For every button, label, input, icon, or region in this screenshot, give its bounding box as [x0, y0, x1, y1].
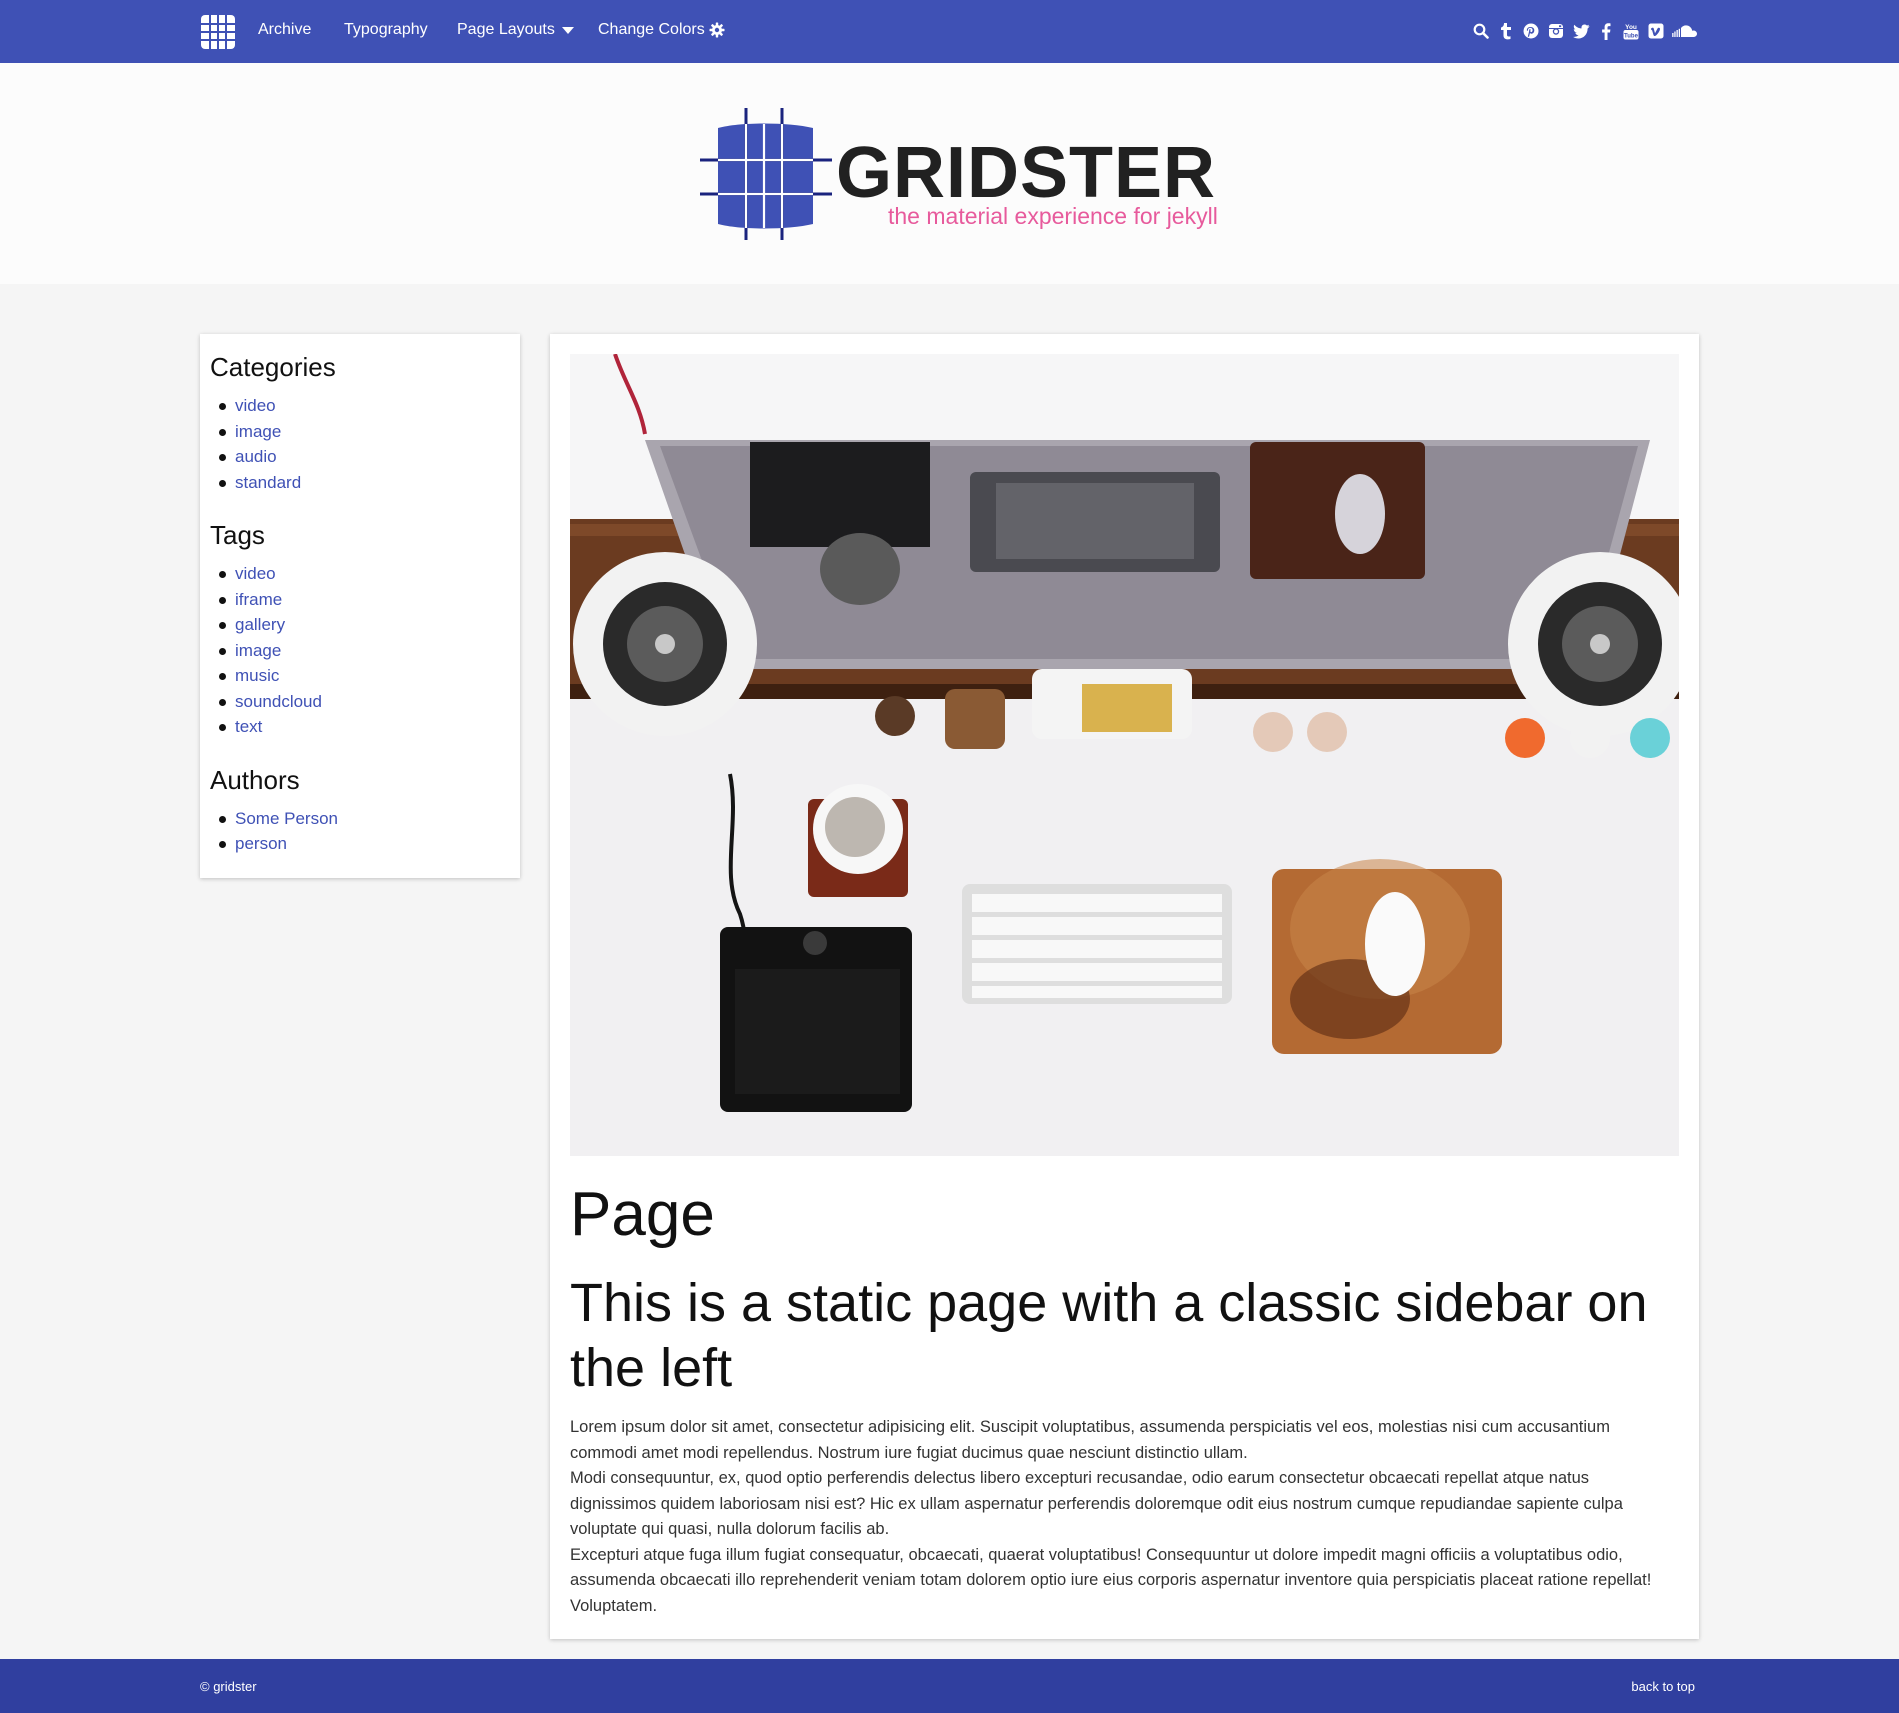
author-link-person[interactable]: person: [235, 834, 287, 853]
body-paragraph: Modi consequuntur, ex, quod optio perfer…: [570, 1469, 1623, 1538]
twitter-icon[interactable]: [1572, 22, 1590, 40]
pinterest-icon[interactable]: [1522, 22, 1540, 40]
categories-heading: Categories: [210, 352, 336, 382]
list-item: iframe: [210, 587, 520, 613]
caret-down-icon: [561, 26, 574, 34]
back-to-top-link[interactable]: back to top: [1631, 1679, 1695, 1694]
list-item: person: [210, 831, 520, 857]
list-item: soundcloud: [210, 689, 520, 715]
nav-page-layouts-label: Page Layouts: [457, 21, 555, 38]
authors-heading: Authors: [210, 764, 300, 795]
gridster-logo-icon[interactable]: [700, 108, 832, 240]
content-card: Page This is a static page with a classi…: [550, 334, 1699, 1639]
body-paragraph: Excepturi atque fuga illum fugiat conseq…: [570, 1545, 1652, 1615]
list-item: video: [210, 561, 520, 587]
category-link-video[interactable]: video: [235, 396, 276, 415]
page-body: Lorem ipsum dolor sit amet, consectetur …: [570, 1415, 1679, 1619]
tags-heading: Tags: [210, 520, 265, 550]
categories-list: video image audio standard: [210, 393, 520, 495]
nav-change-colors-label: Change Colors: [598, 21, 705, 38]
brand-tagline: the material experience for jekyll: [888, 203, 1218, 229]
facebook-icon[interactable]: [1597, 22, 1615, 40]
list-item: audio: [210, 444, 520, 470]
tag-link-iframe[interactable]: iframe: [235, 590, 282, 609]
nav-page-layouts-dropdown[interactable]: Page Layouts: [457, 21, 574, 39]
category-link-standard[interactable]: standard: [235, 473, 301, 492]
tag-link-image[interactable]: image: [235, 641, 281, 660]
brand-title[interactable]: GRIDSTER: [836, 137, 1216, 209]
gear-icon: [709, 22, 725, 38]
list-item: standard: [210, 470, 520, 496]
grid-logo-icon[interactable]: [199, 13, 237, 51]
site-footer: © gridster back to top: [0, 1659, 1899, 1713]
svg-text:You: You: [1625, 23, 1637, 30]
page-title: Page: [570, 1180, 715, 1249]
nav-change-colors-link[interactable]: Change Colors: [598, 21, 725, 39]
list-item: Some Person: [210, 806, 520, 832]
tag-link-text[interactable]: text: [235, 717, 262, 736]
hero-image: [570, 354, 1679, 1156]
list-item: image: [210, 419, 520, 445]
category-link-audio[interactable]: audio: [235, 447, 277, 466]
tags-list: video iframe gallery image music soundcl…: [210, 561, 520, 740]
tag-link-soundcloud[interactable]: soundcloud: [235, 692, 322, 711]
tag-link-gallery[interactable]: gallery: [235, 615, 285, 634]
page-subtitle: This is a static page with a classic sid…: [570, 1273, 1648, 1398]
footer-copyright: © gridster: [200, 1679, 257, 1694]
vimeo-icon[interactable]: [1647, 22, 1665, 40]
site-header: GRIDSTER the material experience for jek…: [0, 63, 1899, 284]
social-icons: Tube You: [1472, 22, 1698, 40]
category-link-image[interactable]: image: [235, 422, 281, 441]
nav-typography-link[interactable]: Typography: [344, 21, 428, 39]
list-item: video: [210, 393, 520, 419]
search-icon[interactable]: [1472, 22, 1490, 40]
sidebar: Categories video image audio standard Ta…: [200, 334, 520, 878]
list-item: image: [210, 638, 520, 664]
body-paragraph: Lorem ipsum dolor sit amet, consectetur …: [570, 1418, 1610, 1462]
nav-archive-link[interactable]: Archive: [258, 21, 311, 39]
tumblr-icon[interactable]: [1497, 22, 1515, 40]
authors-list: Some Person person: [210, 806, 520, 857]
instagram-icon[interactable]: [1547, 22, 1565, 40]
tag-link-music[interactable]: music: [235, 666, 279, 685]
tag-link-video[interactable]: video: [235, 564, 276, 583]
author-link-some-person[interactable]: Some Person: [235, 809, 338, 828]
svg-text:Tube: Tube: [1624, 33, 1639, 39]
list-item: gallery: [210, 612, 520, 638]
top-navbar: Archive Typography Page Layouts Change C…: [0, 0, 1899, 63]
soundcloud-icon[interactable]: [1672, 22, 1698, 40]
list-item: text: [210, 714, 520, 740]
list-item: music: [210, 663, 520, 689]
youtube-icon[interactable]: Tube You: [1622, 22, 1640, 40]
